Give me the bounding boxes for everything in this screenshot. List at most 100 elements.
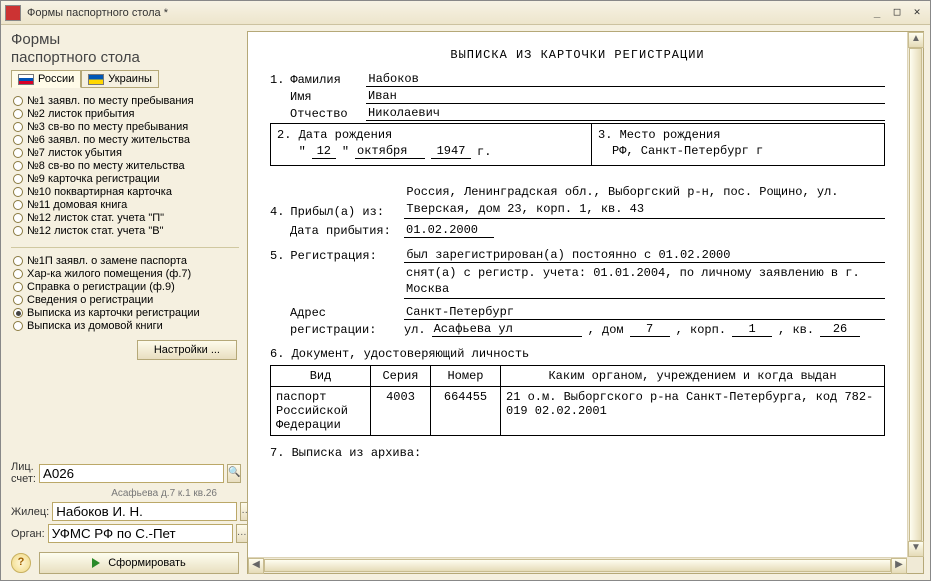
- radio-icon: [13, 148, 23, 158]
- document-body: ВЫПИСКА ИЗ КАРТОЧКИ РЕГИСТРАЦИИ 1. Фамил…: [248, 32, 907, 470]
- form-radio-item[interactable]: №9 карточка регистрации: [13, 173, 239, 185]
- form-radio-item[interactable]: №10 поквартирная карточка: [13, 186, 239, 198]
- form-radio-item[interactable]: №2 листок прибытия: [13, 108, 239, 120]
- generate-button-label: Сформировать: [108, 557, 186, 569]
- radio-icon: [13, 226, 23, 236]
- minimize-button[interactable]: _: [868, 5, 886, 21]
- form-radio-item[interactable]: Хар-ка жилого помещения (ф.7): [13, 268, 239, 280]
- radio-icon: [13, 161, 23, 171]
- id-doc-table: Вид Серия Номер Каким органом, учреждени…: [270, 365, 885, 436]
- dob-month: октября: [355, 144, 425, 159]
- form-radio-item[interactable]: №6 заявл. по месту жительства: [13, 134, 239, 146]
- arrival-date-value: 01.02.2000: [404, 223, 494, 238]
- addr-house-lbl: , дом: [588, 323, 624, 337]
- form-radio-label: №12 листок стат. учета "П": [27, 212, 164, 224]
- tab-ukraine[interactable]: Украины: [81, 70, 159, 88]
- archive-label: Выписка из архива:: [292, 446, 422, 460]
- account-search-button[interactable]: 🔍: [227, 464, 241, 483]
- content-area: Формы паспортного стола России Украины №…: [1, 25, 930, 580]
- fam-value: Набоков: [366, 72, 885, 87]
- form-radio-item[interactable]: №12 листок стат. учета "П": [13, 212, 239, 224]
- scroll-thumb-h[interactable]: [264, 559, 891, 572]
- document-title: ВЫПИСКА ИЗ КАРТОЧКИ РЕГИСТРАЦИИ: [270, 48, 885, 62]
- td-series: 4003: [371, 387, 431, 436]
- app-window: Формы паспортного стола * _ □ ✕ Формы па…: [0, 0, 931, 581]
- horizontal-scrollbar[interactable]: ◀ ▶: [248, 557, 907, 573]
- th-type: Вид: [271, 366, 371, 387]
- tenant-input[interactable]: [52, 502, 237, 521]
- form-radio-item[interactable]: №1 заявл. по месту пребывания: [13, 95, 239, 107]
- vertical-scrollbar[interactable]: ▲ ▼: [907, 32, 923, 557]
- dob-suffix: г.: [477, 145, 491, 159]
- account-label: Лиц. счет:: [11, 461, 36, 485]
- settings-button[interactable]: Настройки ...: [137, 340, 237, 360]
- radio-icon: [13, 174, 23, 184]
- tab-russia[interactable]: России: [11, 70, 81, 88]
- name-value: Иван: [366, 89, 885, 104]
- form-radio-item[interactable]: №8 св-во по месту жительства: [13, 160, 239, 172]
- scroll-right-button[interactable]: ▶: [891, 558, 907, 574]
- patr-label: Отчество: [290, 107, 360, 121]
- help-button[interactable]: ?: [11, 553, 31, 573]
- country-tabs: России Украины: [11, 70, 239, 88]
- form-radio-label: №2 листок прибытия: [27, 108, 135, 120]
- form-radio-label: №9 карточка регистрации: [27, 173, 160, 185]
- radio-icon: [13, 295, 23, 305]
- left-panel: Формы паспортного стола России Украины №…: [11, 31, 239, 574]
- form-radio-item[interactable]: №1П заявл. о замене паспорта: [13, 255, 239, 267]
- reg-line2: снят(а) с регистр. учета: 01.01.2004, по…: [404, 265, 885, 300]
- radio-icon: [13, 213, 23, 223]
- radio-icon: [13, 135, 23, 145]
- scroll-down-button[interactable]: ▼: [908, 541, 924, 557]
- form-radio-item[interactable]: Выписка из карточки регистрации: [13, 307, 239, 319]
- generate-button[interactable]: Сформировать: [39, 552, 239, 574]
- radio-icon: [13, 122, 23, 132]
- radio-icon: [13, 256, 23, 266]
- account-input[interactable]: [39, 464, 224, 483]
- addr-bld-lbl: , корп.: [676, 323, 726, 337]
- form-radio-label: №1 заявл. по месту пребывания: [27, 95, 194, 107]
- reg-line1: был зарегистрирован(а) постоянно с 01.02…: [404, 248, 885, 263]
- flag-ua-icon: [88, 74, 104, 85]
- scroll-left-button[interactable]: ◀: [248, 558, 264, 574]
- maximize-button[interactable]: □: [888, 5, 906, 21]
- form-radio-label: Выписка из домовой книги: [27, 320, 163, 332]
- account-hint: Асафьева д.7 к.1 кв.26: [11, 488, 239, 499]
- td-issued: 21 о.м. Выборгского р-на Санкт-Петербург…: [501, 387, 885, 436]
- agency-more-button[interactable]: …: [236, 524, 248, 543]
- scroll-corner: [907, 557, 923, 573]
- tab-ukraine-label: Украины: [108, 73, 152, 85]
- form-radio-item[interactable]: Выписка из домовой книги: [13, 320, 239, 332]
- radio-icon: [13, 109, 23, 119]
- scroll-up-button[interactable]: ▲: [908, 32, 924, 48]
- birth-box: 2. Дата рождения " 12 " октября 1947 г.: [270, 123, 885, 166]
- arrived-label: Прибыл(а) из:: [290, 205, 398, 219]
- addr-label2: регистрации:: [290, 323, 398, 337]
- bottom-form: Лиц. счет: 🔍 Асафьева д.7 к.1 кв.26 Жиле…: [11, 461, 239, 574]
- titlebar: Формы паспортного стола * _ □ ✕: [1, 1, 930, 25]
- dob-day: 12: [312, 144, 336, 159]
- form-radio-item[interactable]: №7 листок убытия: [13, 147, 239, 159]
- scroll-thumb-v[interactable]: [909, 48, 922, 541]
- radio-icon: [13, 282, 23, 292]
- addr-flat: 26: [820, 322, 860, 337]
- form-radio-label: №1П заявл. о замене паспорта: [27, 255, 187, 267]
- form-radio-item[interactable]: Сведения о регистрации: [13, 294, 239, 306]
- settings-button-label: Настройки ...: [154, 344, 220, 356]
- play-icon: [92, 558, 100, 568]
- n2: 2.: [277, 128, 291, 142]
- form-radio-item[interactable]: №12 листок стат. учета "В": [13, 225, 239, 237]
- form-radio-label: №8 св-во по месту жительства: [27, 160, 185, 172]
- form-radio-label: №10 поквартирная карточка: [27, 186, 172, 198]
- addr-street-lbl: ул.: [404, 323, 426, 337]
- agency-input[interactable]: [48, 524, 233, 543]
- window-title: Формы паспортного стола *: [27, 7, 868, 19]
- close-button[interactable]: ✕: [908, 5, 926, 21]
- th-series: Серия: [371, 366, 431, 387]
- document-scroll[interactable]: ВЫПИСКА ИЗ КАРТОЧКИ РЕГИСТРАЦИИ 1. Фамил…: [248, 32, 907, 557]
- form-radio-item[interactable]: №3 св-во по месту пребывания: [13, 121, 239, 133]
- patr-value: Николаевич: [366, 106, 885, 121]
- form-radio-item[interactable]: Справка о регистрации (ф.9): [13, 281, 239, 293]
- document-panel: ВЫПИСКА ИЗ КАРТОЧКИ РЕГИСТРАЦИИ 1. Фамил…: [247, 31, 924, 574]
- form-radio-item[interactable]: №11 домовая книга: [13, 199, 239, 211]
